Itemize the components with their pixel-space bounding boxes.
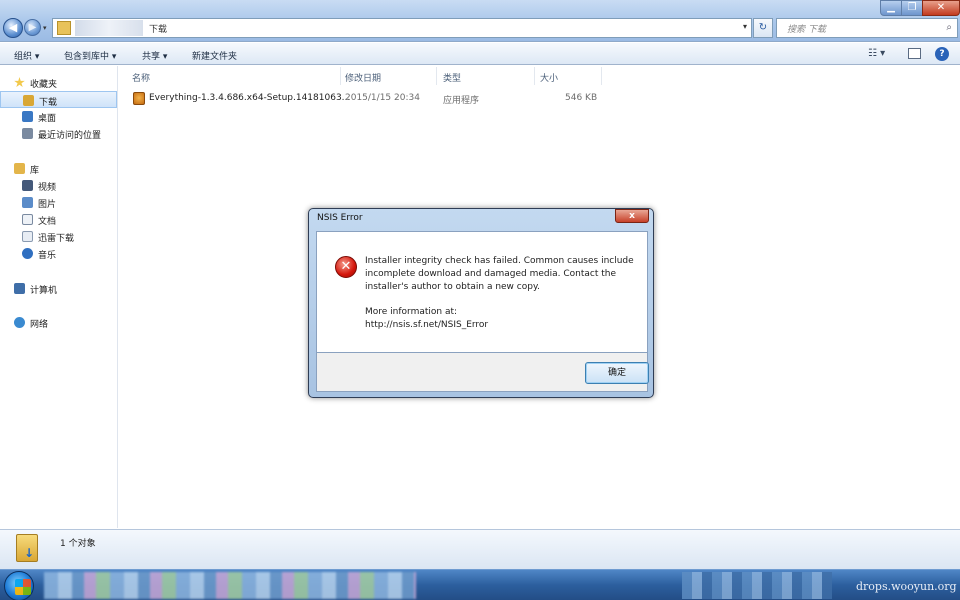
sidebar-item-recent[interactable]: 最近访问的位置 <box>0 125 117 142</box>
include-library-menu[interactable]: 包含到库中 ▾ <box>64 49 116 62</box>
error-message-line: Installer integrity check has failed. Co… <box>365 256 634 266</box>
windows-start-icon <box>15 579 31 595</box>
address-path-redacted <box>75 20 143 36</box>
sidebar-label: 网络 <box>30 320 49 330</box>
ok-button[interactable]: 确定 <box>585 362 649 384</box>
file-modified: 2015/1/15 20:34 <box>345 93 420 103</box>
document-icon <box>22 214 33 225</box>
error-message-line: incomplete download and damaged media. C… <box>365 269 617 279</box>
column-header-size[interactable]: 大小 <box>540 71 558 85</box>
search-placeholder: 搜索 下载 <box>787 25 826 35</box>
column-header-name[interactable]: 名称 <box>132 71 150 85</box>
network-icon <box>14 317 25 328</box>
address-path-label: 下载 <box>149 25 168 35</box>
sidebar-label: 库 <box>30 166 40 176</box>
more-info-label: More information at: <box>365 307 458 317</box>
sidebar-label: 计算机 <box>30 286 58 296</box>
sidebar-label: 音乐 <box>38 251 57 261</box>
sidebar-label: 桌面 <box>38 114 57 124</box>
sidebar-item-downloads[interactable]: 下载 <box>0 91 117 108</box>
sidebar-label: 迅雷下载 <box>38 234 75 244</box>
sidebar-label: 下载 <box>39 98 58 108</box>
history-dropdown-icon[interactable]: ▾ <box>43 24 47 32</box>
sidebar-item-documents[interactable]: 文档 <box>0 211 117 228</box>
error-message-line: installer's author to obtain a new copy. <box>365 282 540 292</box>
column-divider[interactable] <box>436 67 437 85</box>
picture-icon <box>22 197 33 208</box>
sidebar-label: 图片 <box>38 200 57 210</box>
download-icon <box>23 95 34 106</box>
taskbar-apps-redacted <box>44 572 416 599</box>
file-name[interactable]: Everything-1.3.4.686.x64-Setup.14181063.… <box>149 93 350 103</box>
more-info-url: http://nsis.sf.net/NSIS_Error <box>365 320 489 330</box>
column-divider[interactable] <box>340 67 341 85</box>
download-arrow-icon: ↓ <box>24 546 35 560</box>
sidebar-item-favorites[interactable]: 收藏夹 <box>0 74 117 91</box>
sidebar-item-xunlei[interactable]: 迅雷下载 <box>0 228 117 245</box>
folder-icon <box>57 21 71 35</box>
dialog-title: NSIS Error <box>317 213 363 223</box>
sidebar-item-music[interactable]: 音乐 <box>0 245 117 262</box>
maximize-button[interactable]: ❐ <box>901 0 923 16</box>
sidebar-item-pictures[interactable]: 图片 <box>0 194 117 211</box>
new-folder-button[interactable]: 新建文件夹 <box>192 49 237 62</box>
library-icon <box>14 163 25 174</box>
sidebar-label: 视频 <box>38 183 57 193</box>
file-type: 应用程序 <box>443 96 480 106</box>
dialog-button-area: 确定 <box>316 353 649 392</box>
start-button[interactable] <box>4 571 34 600</box>
column-divider[interactable] <box>534 67 535 85</box>
nsis-error-dialog: NSIS Error x ✕ Installer integrity check… <box>308 208 654 398</box>
star-icon <box>14 77 25 88</box>
video-icon <box>22 180 33 191</box>
refresh-button[interactable]: ↻ <box>753 18 773 38</box>
search-input[interactable]: 搜索 下载 ⌕ <box>776 18 958 38</box>
minimize-button[interactable]: ▁ <box>880 0 902 16</box>
title-bar: ◀ ▶ ▾ 下载 ▾ ↻ 搜索 下载 ⌕ ▁ ❐ ✕ <box>0 0 960 42</box>
column-divider[interactable] <box>601 67 602 85</box>
organize-menu[interactable]: 组织 ▾ <box>14 49 39 62</box>
address-bar[interactable]: 下载 ▾ <box>52 18 752 38</box>
preview-pane-icon[interactable] <box>908 48 921 59</box>
sidebar-item-network[interactable]: 网络 <box>0 314 117 331</box>
download-folder-icon <box>22 231 33 242</box>
desktop-icon <box>22 111 33 122</box>
sidebar-item-libraries[interactable]: 库 <box>0 160 117 177</box>
system-tray-redacted <box>682 572 832 599</box>
sidebar-item-videos[interactable]: 视频 <box>0 177 117 194</box>
file-size: 546 KB <box>565 93 598 103</box>
music-icon <box>22 248 33 259</box>
address-dropdown-icon[interactable]: ▾ <box>743 22 747 31</box>
column-header-type[interactable]: 类型 <box>443 71 461 85</box>
item-count: 1 个对象 <box>60 539 96 549</box>
sidebar-label: 文档 <box>38 217 57 227</box>
taskbar: drops.wooyun.org <box>0 569 960 600</box>
column-header-modified[interactable]: 修改日期 <box>345 71 381 85</box>
computer-icon <box>14 283 25 294</box>
watermark-text: drops.wooyun.org <box>856 580 957 593</box>
view-options-icon[interactable]: ☷ ▾ <box>868 48 885 59</box>
sidebar-label: 最近访问的位置 <box>38 131 102 141</box>
error-icon: ✕ <box>335 256 357 278</box>
back-button[interactable]: ◀ <box>3 18 23 38</box>
close-window-button[interactable]: ✕ <box>922 0 960 16</box>
help-icon[interactable]: ? <box>935 47 949 61</box>
dialog-close-button[interactable]: x <box>615 209 649 223</box>
search-icon[interactable]: ⌕ <box>946 22 952 33</box>
share-menu[interactable]: 共享 ▾ <box>142 49 167 62</box>
recent-icon <box>22 128 33 139</box>
forward-button[interactable]: ▶ <box>24 19 41 36</box>
command-bar: 组织 ▾ 包含到库中 ▾ 共享 ▾ 新建文件夹 ☷ ▾ ? <box>0 43 960 65</box>
navigation-pane: 收藏夹 下载 桌面 最近访问的位置 库 视频 图片 文档 迅雷下载 音乐 计算机 <box>0 66 118 528</box>
sidebar-item-computer[interactable]: 计算机 <box>0 280 117 297</box>
dialog-message-area: ✕ Installer integrity check has failed. … <box>316 231 648 353</box>
sidebar-item-desktop[interactable]: 桌面 <box>0 108 117 125</box>
details-pane: ↓ 1 个对象 <box>0 529 960 569</box>
installer-icon <box>133 92 145 105</box>
sidebar-label: 收藏夹 <box>30 80 58 90</box>
